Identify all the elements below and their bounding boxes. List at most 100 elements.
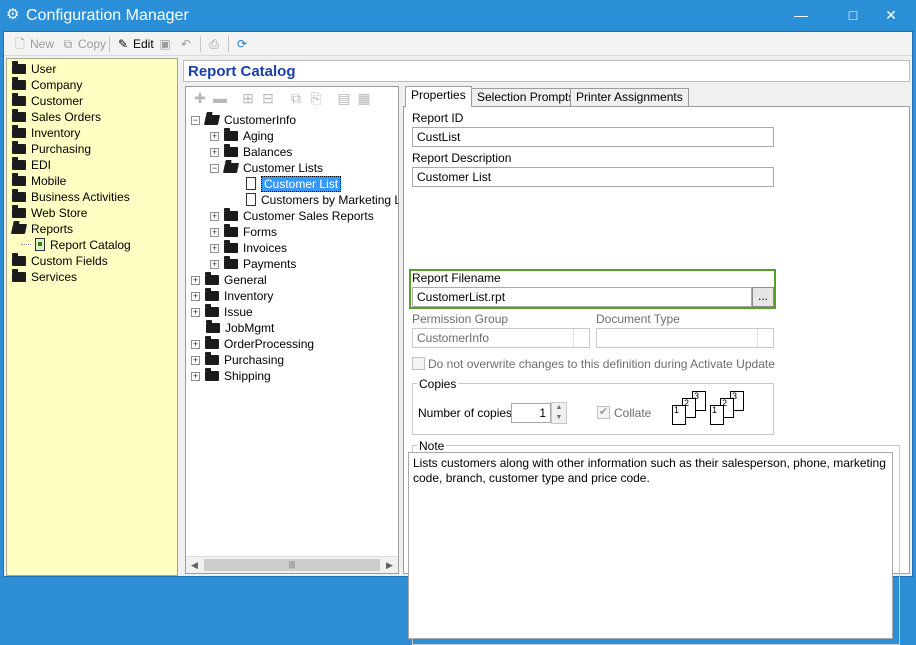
nav-item-mobile[interactable]: Mobile [12, 173, 66, 189]
folder-settings-icon[interactable]: ▦ [356, 90, 372, 106]
tree-node-customerinfo[interactable]: − CustomerInfo [191, 112, 296, 128]
note-textarea[interactable]: Lists customers along with other informa… [408, 452, 893, 639]
nav-item-web-store[interactable]: Web Store [12, 205, 87, 221]
spin-up-icon[interactable]: ▲ [552, 403, 566, 413]
collate-checkbox[interactable]: ✔ [597, 406, 610, 419]
expand-icon[interactable]: + [191, 372, 200, 381]
copy-document-icon[interactable]: ⧉ [288, 90, 304, 106]
open-folder-icon [222, 163, 240, 173]
expand-icon[interactable]: + [191, 292, 200, 301]
tree-node-purchasing[interactable]: + Purchasing [191, 352, 284, 368]
minimize-button[interactable]: — [778, 0, 824, 30]
tree-node-general[interactable]: + General [191, 272, 267, 288]
undo-button[interactable]: ↶ [178, 35, 196, 53]
nav-item-inventory[interactable]: Inventory [12, 125, 80, 141]
tree-node-invoices[interactable]: + Invoices [210, 240, 287, 256]
spin-down-icon[interactable]: ▼ [552, 413, 566, 423]
expand-icon[interactable]: + [210, 132, 219, 141]
nav-item-reports[interactable]: Reports [10, 221, 73, 237]
close-button[interactable]: ✕ [868, 0, 914, 30]
number-of-copies-input[interactable]: 1 [511, 403, 551, 423]
folder-icon [12, 109, 26, 122]
nav-item-company[interactable]: Company [12, 77, 82, 93]
report-id-field[interactable]: CustList [412, 127, 774, 147]
tab-properties[interactable]: Properties [405, 86, 472, 107]
expand-icon[interactable]: + [210, 148, 219, 157]
new-button[interactable]: 🗋 New [12, 35, 54, 53]
expand-icon[interactable]: + [210, 260, 219, 269]
document-icon [246, 177, 256, 190]
collapse-icon[interactable]: − [210, 164, 219, 173]
edit-button[interactable]: ✎ Edit [115, 35, 154, 53]
report-filename-field[interactable]: CustomerList.rpt [412, 287, 752, 307]
tab-strip: Properties Selection Prompts Printer Ass… [403, 86, 910, 107]
tree-node-forms[interactable]: + Forms [210, 224, 277, 240]
save-button[interactable]: ▣ [157, 35, 175, 53]
properties-tab-page: Report ID CustList Report Description Cu… [403, 106, 910, 645]
permission-group-select[interactable]: CustomerInfo [412, 328, 590, 348]
copies-spinner[interactable]: ▲ ▼ [551, 402, 567, 424]
remove-icon[interactable]: ▬ [212, 90, 228, 106]
scroll-left-icon[interactable]: ◀ [186, 557, 203, 573]
copy-icon: ⧉ [63, 37, 73, 51]
add-icon[interactable]: ✚ [192, 90, 208, 106]
nav-item-custom-fields[interactable]: Custom Fields [12, 253, 108, 269]
open-folder-icon[interactable]: ▤ [336, 90, 352, 106]
folder-icon [205, 304, 219, 317]
expand-icon[interactable]: + [191, 340, 200, 349]
tree-node-issue[interactable]: + Issue [191, 304, 253, 320]
nav-item-business-activities[interactable]: Business Activities [12, 189, 130, 205]
tree-node-customer-lists[interactable]: − Customer Lists [210, 160, 323, 176]
collate-label: Collate [614, 406, 652, 420]
client-area: 🗋 New ⧉ Copy ✎ Edit ▣ ↶ ⎙ ⟳ User Company Cu… [3, 31, 913, 645]
folder-icon [224, 240, 238, 253]
folder-icon [12, 205, 26, 218]
tree-node-customer-list[interactable]: Customer List [246, 176, 342, 192]
expand-icon[interactable]: + [191, 308, 200, 317]
expand-icon[interactable]: + [210, 244, 219, 253]
save-icon: ▣ [159, 37, 171, 51]
overwrite-checkbox[interactable] [412, 357, 425, 370]
collated-pages-icon: 3 2 1 [672, 391, 712, 425]
tree-node-balances[interactable]: + Balances [210, 144, 292, 160]
tree-node-customers-by-marketing[interactable]: Customers by Marketing List [246, 192, 398, 208]
expand-icon[interactable]: + [191, 356, 200, 365]
nav-item-report-catalog[interactable]: Report Catalog [21, 237, 131, 253]
tree-horizontal-scrollbar[interactable]: ◀ ||| ▶ [186, 556, 398, 573]
add-document-icon[interactable]: ⊞ [240, 90, 256, 106]
nav-item-user[interactable]: User [12, 61, 56, 77]
tab-printer-assignments[interactable]: Printer Assignments [570, 88, 689, 106]
print-button[interactable]: ⎙ [206, 35, 224, 53]
tree-node-shipping[interactable]: + Shipping [191, 368, 271, 384]
nav-item-customer[interactable]: Customer [12, 93, 83, 109]
expand-icon[interactable]: + [191, 276, 200, 285]
folder-icon [224, 208, 238, 221]
open-folder-icon [10, 224, 28, 234]
nav-item-purchasing[interactable]: Purchasing [12, 141, 91, 157]
nav-item-edi[interactable]: EDI [12, 157, 51, 173]
tree-node-jobmgmt[interactable]: JobMgmt [206, 320, 274, 336]
browse-button[interactable]: ... [752, 287, 774, 307]
tree-node-inventory[interactable]: + Inventory [191, 288, 273, 304]
scroll-right-icon[interactable]: ▶ [381, 557, 398, 573]
tab-selection-prompts[interactable]: Selection Prompts [471, 88, 581, 106]
scroll-thumb[interactable]: ||| [204, 559, 380, 571]
report-description-field[interactable]: Customer List [412, 167, 774, 187]
expand-icon[interactable]: + [210, 212, 219, 221]
folder-icon [205, 288, 219, 301]
tree-node-payments[interactable]: + Payments [210, 256, 296, 272]
paste-document-icon[interactable]: ⎘ [308, 90, 324, 106]
collapse-icon[interactable]: − [191, 116, 200, 125]
nav-item-sales-orders[interactable]: Sales Orders [12, 109, 101, 125]
nav-item-services[interactable]: Services [12, 269, 77, 285]
refresh-button[interactable]: ⟳ [234, 35, 252, 53]
tree-node-customer-sales-reports[interactable]: + Customer Sales Reports [210, 208, 374, 224]
remove-document-icon[interactable]: ⊟ [260, 90, 276, 106]
dropdown-arrow-icon [757, 329, 773, 347]
copy-button[interactable]: ⧉ Copy [60, 35, 106, 53]
document-type-select[interactable] [596, 328, 774, 348]
tree-node-aging[interactable]: + Aging [210, 128, 274, 144]
refresh-icon: ⟳ [236, 37, 248, 51]
expand-icon[interactable]: + [210, 228, 219, 237]
tree-node-orderprocessing[interactable]: + OrderProcessing [191, 336, 314, 352]
